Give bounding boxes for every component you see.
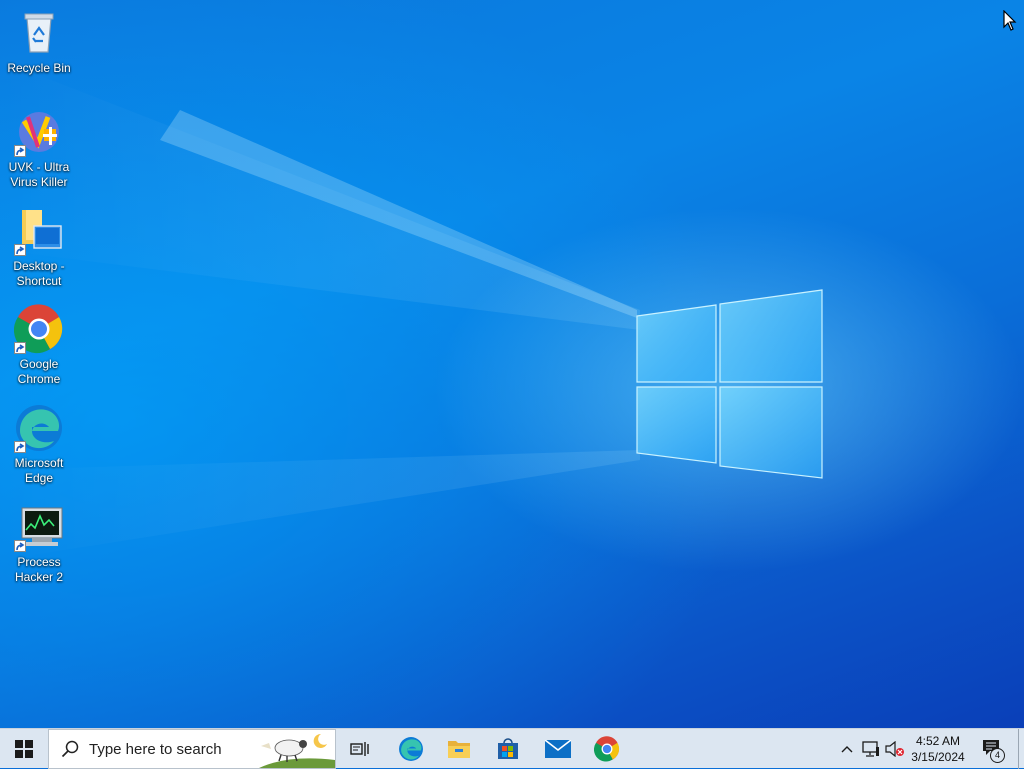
taskbar-edge-button[interactable]: [390, 729, 432, 769]
clock-button[interactable]: 4:52 AM 3/15/2024: [906, 729, 970, 769]
clock-date: 3/15/2024: [911, 750, 965, 764]
desktop-icon-label: Google Chrome: [17, 357, 61, 386]
edge-icon: [14, 403, 64, 453]
action-center-button[interactable]: 4: [978, 729, 1008, 769]
taskbar-mail-button[interactable]: [536, 729, 580, 769]
show-desktop-button[interactable]: [1018, 729, 1019, 769]
mouse-cursor-icon: [1003, 10, 1017, 31]
notification-count-badge: 4: [990, 748, 1005, 763]
start-button[interactable]: [0, 729, 48, 769]
wallpaper: [0, 60, 823, 560]
file-explorer-icon: [448, 741, 470, 758]
desktop-icon-google-chrome[interactable]: Google Chrome: [1, 304, 77, 387]
chrome-icon: [594, 736, 620, 762]
start-icon: [15, 740, 33, 758]
desktop-icon-label: Microsoft Edge: [14, 456, 64, 485]
search-icon: [61, 740, 79, 758]
taskbar-store-button[interactable]: [487, 729, 529, 769]
desktop-icon-desktop-shortcut[interactable]: Desktop - Shortcut: [1, 206, 77, 289]
desktop-icon-uvk[interactable]: UVK - Ultra Virus Killer: [1, 107, 77, 190]
show-hidden-icons-button[interactable]: [836, 729, 858, 769]
search-placeholder: Type here to search: [89, 741, 222, 758]
shortcut-arrow-icon: [14, 441, 26, 453]
process-hacker-icon: [14, 502, 64, 552]
shortcut-arrow-icon: [14, 342, 26, 354]
network-button[interactable]: [860, 729, 882, 769]
desktop-icon-label: Process Hacker 2: [14, 555, 64, 584]
chrome-icon: [13, 304, 64, 354]
edge-icon: [399, 737, 423, 761]
desktop[interactable]: Recycle Bin UVK - Ultra Virus Killer Des…: [0, 0, 1024, 728]
store-icon: [498, 738, 518, 759]
volume-button[interactable]: [884, 729, 906, 769]
desktop-icon-process-hacker[interactable]: Process Hacker 2: [1, 502, 77, 585]
desktop-icon-label: Recycle Bin: [7, 61, 71, 75]
desktop-icon-label: UVK - Ultra Virus Killer: [8, 160, 70, 189]
search-box[interactable]: Type here to search: [48, 729, 336, 769]
network-icon: [862, 741, 879, 757]
taskbar: Type here to search 4:52 AM 3/15/2024 4: [0, 728, 1024, 769]
shortcut-arrow-icon: [14, 540, 26, 552]
folder-desktop-icon: [14, 206, 64, 256]
clock-time: 4:52 AM: [915, 734, 961, 748]
task-view-icon: [350, 742, 369, 756]
volume-muted-icon: [885, 741, 904, 757]
recycle-bin-icon: [14, 8, 64, 58]
windows-logo: [636, 289, 823, 479]
shortcut-arrow-icon: [14, 145, 26, 157]
chevron-up-icon: [841, 746, 853, 753]
mail-icon: [545, 740, 571, 758]
taskbar-file-explorer-button[interactable]: [438, 729, 480, 769]
task-view-button[interactable]: [340, 729, 380, 769]
desktop-icon-label: Desktop - Shortcut: [13, 259, 65, 288]
shortcut-arrow-icon: [14, 244, 26, 256]
search-highlight-illustration: [259, 733, 335, 768]
taskbar-chrome-button[interactable]: [586, 729, 628, 769]
uvk-icon: [14, 107, 64, 157]
desktop-icon-microsoft-edge[interactable]: Microsoft Edge: [1, 403, 77, 486]
desktop-icon-recycle-bin[interactable]: Recycle Bin: [1, 8, 77, 76]
